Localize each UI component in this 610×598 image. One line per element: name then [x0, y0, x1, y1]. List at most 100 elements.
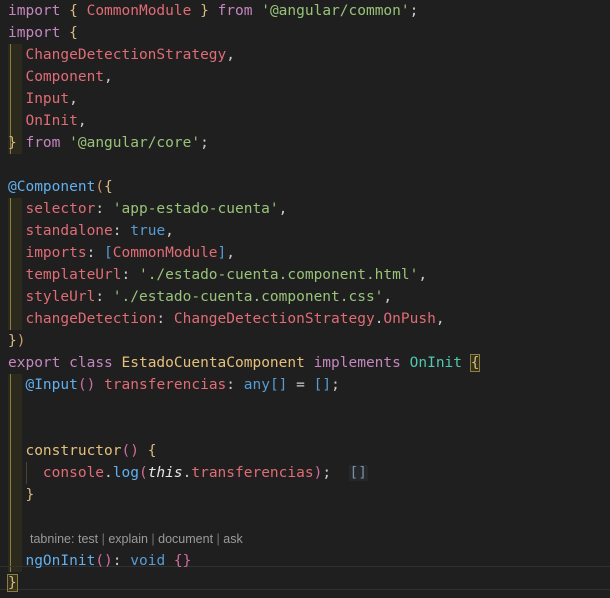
token-common-module: CommonModule	[112, 245, 218, 261]
token-empty-body: {}	[173, 553, 192, 569]
token-common-module: CommonModule	[86, 3, 192, 19]
token-paren-close: )	[313, 465, 323, 481]
token-change-detection-strategy: ChangeDetectionStrategy	[173, 311, 375, 327]
token-field-transferencias: transferencias	[191, 465, 314, 481]
code-line-11[interactable]: standalone: true,	[0, 220, 610, 242]
code-content[interactable]: import { CommonModule } from '@angular/c…	[0, 0, 610, 594]
token-keyword-implements: implements	[313, 355, 401, 371]
token-component: Component	[25, 69, 105, 85]
token-on-push: OnPush	[383, 311, 436, 327]
code-line-14[interactable]: styleUrl: './estado-cuenta.component.css…	[0, 286, 610, 308]
token-value-true: true	[130, 223, 166, 239]
token-decorator-input: @Input	[25, 377, 78, 393]
code-line-22[interactable]: console.log(this.transferencias); []	[0, 462, 610, 484]
code-line-16[interactable]: })	[0, 330, 610, 352]
token-colon: :	[95, 289, 113, 305]
code-editor[interactable]: import { CommonModule } from '@angular/c…	[0, 0, 610, 598]
token-colon: :	[156, 311, 174, 327]
token-key-selector: selector	[25, 201, 96, 217]
code-line-9[interactable]: @Component({	[0, 176, 610, 198]
token-comma: ,	[278, 201, 288, 217]
token-colon: :	[112, 223, 131, 239]
token-string-angular-core: '@angular/core'	[69, 135, 201, 151]
token-string-angular-common: '@angular/common'	[261, 3, 410, 19]
token-brace-open: {	[104, 179, 113, 195]
code-line-17[interactable]: export class EstadoCuentaComponent imple…	[0, 352, 610, 374]
token-key-standalone: standalone	[25, 223, 113, 239]
token-brace-open: {	[69, 25, 78, 41]
code-line-6[interactable]: OnInit,	[0, 110, 610, 132]
token-decorator-component: @Component	[8, 179, 96, 195]
token-comma: ,	[226, 47, 235, 63]
codelens-prefix: tabnine:	[30, 532, 75, 546]
token-empty-array: []	[313, 377, 332, 393]
token-comma: ,	[104, 69, 113, 85]
token-keyword-import: import	[8, 3, 61, 19]
token-semicolon: ;	[322, 465, 332, 481]
code-line-21[interactable]: constructor() {	[0, 440, 610, 462]
token-bracket-close: ]	[217, 245, 227, 261]
token-comma: ,	[77, 113, 87, 129]
token-input: Input	[25, 91, 70, 107]
code-line-7[interactable]: } from '@angular/core';	[0, 132, 610, 154]
code-line-1[interactable]: import { CommonModule } from '@angular/c…	[0, 0, 610, 22]
token-brace-close: }	[25, 487, 35, 503]
code-line-15[interactable]: changeDetection: ChangeDetectionStrategy…	[0, 308, 610, 330]
token-this: this	[147, 465, 183, 481]
token-keyword-import: import	[8, 25, 61, 41]
code-line-10[interactable]: selector: 'app-estado-cuenta',	[0, 198, 610, 220]
token-bracket-match-close: }	[7, 574, 18, 592]
token-semicolon: ;	[200, 135, 209, 151]
token-colon: :	[226, 377, 244, 393]
code-line-8-blank[interactable]	[0, 154, 610, 176]
codelens-action-test[interactable]: test	[78, 532, 98, 546]
token-semicolon: ;	[409, 3, 419, 19]
token-bracket-match-open: {	[469, 354, 481, 372]
token-on-init: OnInit	[25, 113, 78, 129]
code-line-24-blank[interactable]	[0, 506, 610, 528]
token-value-style-url: './estado-cuenta.component.css'	[112, 289, 384, 305]
token-colon: :	[121, 267, 139, 283]
token-equals: =	[287, 377, 314, 393]
token-type-void: void	[130, 553, 166, 569]
token-type-on-init: OnInit	[409, 355, 463, 371]
codelens-action-ask[interactable]: ask	[223, 532, 242, 546]
token-paren-open: (	[95, 179, 105, 195]
codelens-tabnine[interactable]: tabnine: test | explain | document | ask	[0, 528, 610, 550]
code-line-20-blank[interactable]	[0, 418, 610, 440]
code-line-4[interactable]: Component,	[0, 66, 610, 88]
token-comma: ,	[383, 289, 393, 305]
token-constructor: constructor	[25, 443, 122, 459]
token-comma: ,	[418, 267, 428, 283]
token-parens: ()	[77, 377, 96, 393]
token-value-selector: 'app-estado-cuenta'	[112, 201, 279, 217]
code-line-18[interactable]: @Input() transferencias: any[] = [];	[0, 374, 610, 396]
code-line-5[interactable]: Input,	[0, 88, 610, 110]
token-key-change-detection: changeDetection	[25, 311, 157, 327]
token-type-any: any	[243, 377, 270, 393]
token-brace-close: }	[200, 3, 209, 19]
code-line-13[interactable]: templateUrl: './estado-cuenta.component.…	[0, 264, 610, 286]
code-line-19-blank[interactable]	[0, 396, 610, 418]
token-ng-on-init: ngOnInit	[25, 553, 96, 569]
token-bracket-open: [	[104, 245, 113, 261]
code-line-3[interactable]: ChangeDetectionStrategy,	[0, 44, 610, 66]
code-line-12[interactable]: imports: [CommonModule],	[0, 242, 610, 264]
code-line-26[interactable]: }	[0, 572, 610, 594]
token-parens: ()	[95, 553, 113, 569]
token-brace-open: {	[147, 443, 157, 459]
token-colon: :	[112, 553, 131, 569]
code-line-25[interactable]: ngOnInit(): void {}	[0, 550, 610, 572]
token-key-style-url: styleUrl	[25, 289, 96, 305]
code-line-2[interactable]: import {	[0, 22, 610, 44]
token-parens: ()	[121, 443, 139, 459]
codelens-action-explain[interactable]: explain	[108, 532, 148, 546]
token-colon: :	[86, 245, 105, 261]
token-dot: .	[104, 465, 113, 481]
token-semicolon: ;	[331, 377, 340, 393]
token-brace-close: }	[8, 135, 17, 151]
code-line-23[interactable]: }	[0, 484, 610, 506]
codelens-action-document[interactable]: document	[158, 532, 213, 546]
token-brace-close: }	[8, 333, 17, 349]
token-key-template-url: templateUrl	[25, 267, 122, 283]
